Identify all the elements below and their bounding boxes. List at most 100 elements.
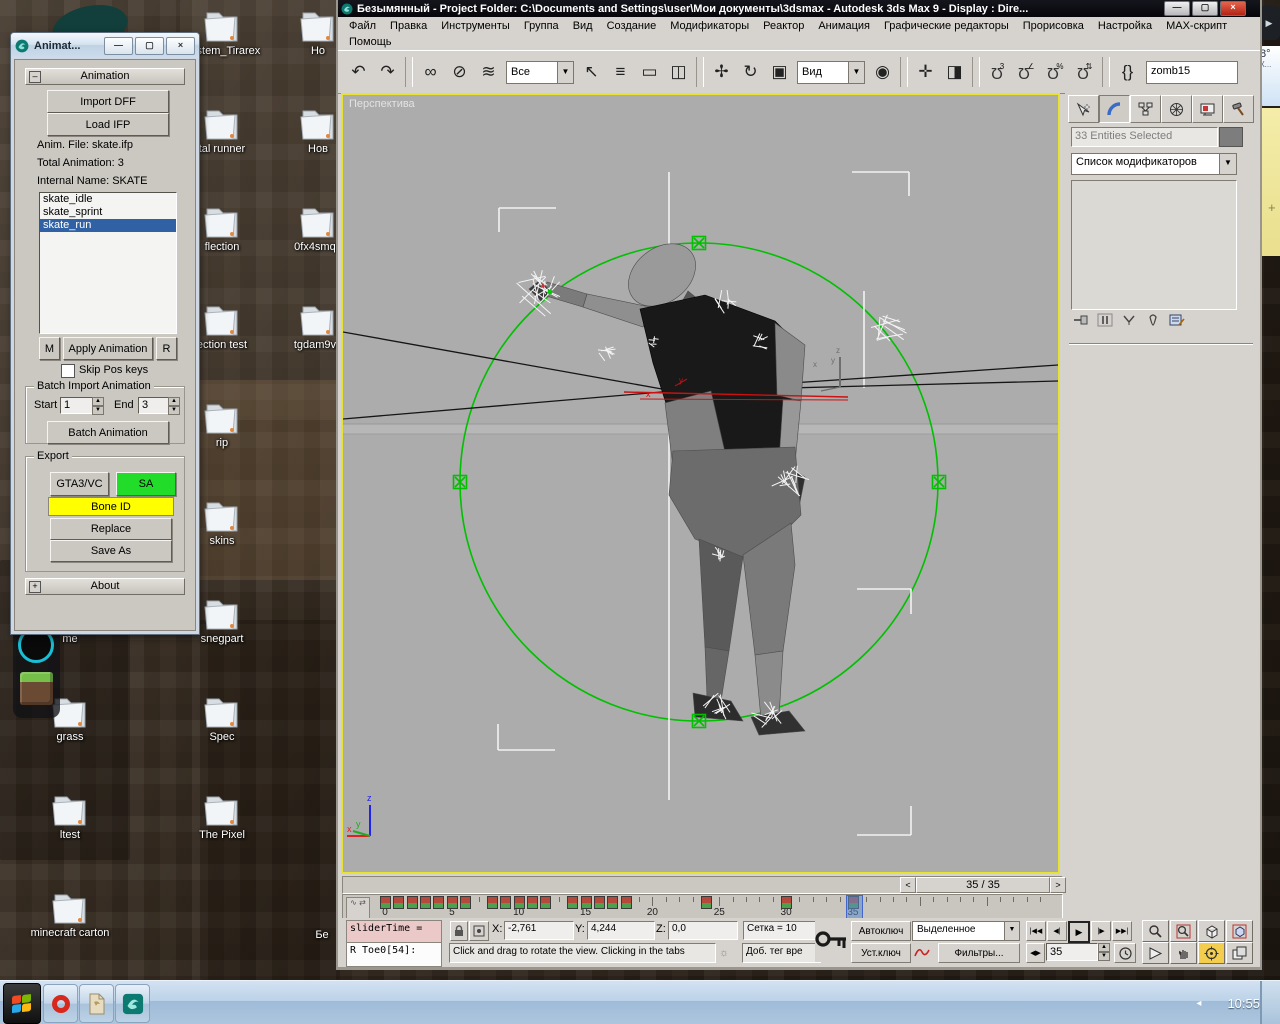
menu-item-6[interactable]: Модификаторы: [663, 19, 756, 33]
time-slider-track[interactable]: < 35 / 35 >: [342, 876, 1063, 894]
key-selection-dropdown[interactable]: Выделенное ▼: [912, 921, 1020, 941]
snaps-toggle-icon[interactable]: Ω3: [984, 58, 1011, 86]
y-coordinate-field[interactable]: 4,244: [587, 921, 655, 940]
taskbar-button-app2[interactable]: [79, 984, 114, 1023]
animation-list-item[interactable]: skate_idle: [40, 193, 176, 206]
menu-item-0[interactable]: Файл: [342, 19, 383, 33]
tray-expand-arrow[interactable]: ◂: [1196, 998, 1201, 1009]
bone-id-button[interactable]: Bone ID: [48, 497, 174, 516]
next-frame-button[interactable]: |▶: [1091, 921, 1111, 941]
about-rollout-header[interactable]: + About: [25, 578, 185, 595]
object-color-swatch[interactable]: [1219, 127, 1243, 147]
title-bar[interactable]: Безымянный - Project Folder: C:\Document…: [338, 0, 1260, 17]
animation-list[interactable]: skate_idleskate_sprintskate_run: [39, 192, 177, 334]
panel-restore-button[interactable]: ▢: [135, 37, 164, 55]
tab-display[interactable]: [1192, 95, 1223, 123]
panel-minimize-button[interactable]: —: [104, 37, 133, 55]
tab-utilities[interactable]: [1223, 95, 1254, 123]
keyframe-marker[interactable]: [567, 896, 578, 909]
keyframe-marker[interactable]: [487, 896, 498, 909]
time-slider-value[interactable]: 35 / 35: [916, 877, 1050, 893]
desktop-icon[interactable]: The Pixel: [174, 791, 270, 841]
taskbar-button-3dsmax[interactable]: [115, 984, 150, 1023]
end-field[interactable]: 3: [138, 397, 170, 414]
select-and-move-icon[interactable]: ✢: [708, 58, 735, 86]
absolute-offset-toggle[interactable]: [469, 921, 489, 941]
pan-button[interactable]: [1170, 942, 1197, 964]
go-to-end-button[interactable]: ▶▶|: [1112, 921, 1132, 941]
maximize-button[interactable]: ▢: [1192, 1, 1218, 16]
keyframe-marker[interactable]: [621, 896, 632, 909]
keyframe-marker[interactable]: [607, 896, 618, 909]
taskbar-button-opera[interactable]: [43, 984, 78, 1023]
import-dff-button[interactable]: Import DFF: [47, 90, 169, 113]
character-model[interactable]: [529, 231, 805, 735]
desktop-icon[interactable]: ltest: [22, 791, 118, 841]
show-end-result-icon[interactable]: [1097, 313, 1113, 327]
set-key-button[interactable]: Уст.ключ: [851, 943, 911, 963]
key-mode-toggle[interactable]: ◀▶: [1026, 943, 1045, 963]
perspective-viewport[interactable]: Перспектива: [341, 93, 1060, 874]
save-as-button[interactable]: Save As: [50, 540, 172, 562]
close-button[interactable]: ×: [1220, 1, 1246, 16]
select-and-rotate-icon[interactable]: ↻: [737, 58, 764, 86]
mirror-icon[interactable]: ◨: [941, 58, 968, 86]
set-keys-big-button[interactable]: [815, 920, 849, 962]
tab-modify[interactable]: [1099, 95, 1130, 123]
load-ifp-button[interactable]: Load IFP: [47, 113, 169, 136]
reference-coordinate-dropdown[interactable]: Вид▼: [797, 61, 865, 84]
next-frame-nub[interactable]: >: [1050, 877, 1066, 893]
x-coordinate-field[interactable]: -2,761: [504, 921, 574, 940]
keyframe-marker[interactable]: [581, 896, 592, 909]
tab-hierarchy[interactable]: [1130, 95, 1161, 123]
add-time-tag[interactable]: Доб. тег вре: [742, 943, 821, 963]
percent-snap-icon[interactable]: Ω%: [1042, 58, 1069, 86]
keyframe-marker[interactable]: [500, 896, 511, 909]
key-filters-button[interactable]: Фильтры...: [938, 943, 1020, 963]
keyframe-marker[interactable]: [380, 896, 391, 909]
panel-close-button[interactable]: ×: [166, 37, 195, 55]
arc-rotate-button[interactable]: [1198, 942, 1225, 964]
show-desktop-button[interactable]: [1260, 981, 1280, 1024]
default-tangent-button[interactable]: [912, 943, 932, 961]
pin-stack-icon[interactable]: [1073, 313, 1089, 327]
menu-item-7[interactable]: Реактор: [756, 19, 811, 33]
time-configuration-button[interactable]: [1114, 943, 1136, 963]
angle-snap-icon[interactable]: Ω∠: [1013, 58, 1040, 86]
batch-animation-button[interactable]: Batch Animation: [47, 421, 169, 444]
object-name-field[interactable]: 33 Entities Selected: [1071, 127, 1218, 147]
select-object-icon[interactable]: ↖: [578, 58, 605, 86]
menu-item-5[interactable]: Создание: [600, 19, 664, 33]
gta3vc-button[interactable]: GTA3/VC: [50, 472, 109, 496]
menu-item-4[interactable]: Вид: [566, 19, 600, 33]
keyframe-marker[interactable]: [433, 896, 444, 909]
modifier-stack-list[interactable]: [1071, 180, 1237, 310]
keyframe-marker[interactable]: [527, 896, 538, 909]
viewport-label[interactable]: Перспектива: [349, 98, 415, 110]
window-crossing-icon[interactable]: ◫: [665, 58, 692, 86]
keyboard-shortcut-override-icon[interactable]: {}: [1114, 58, 1141, 86]
animation-list-item[interactable]: skate_sprint: [40, 206, 176, 219]
time-slider-handle[interactable]: < 35 / 35 >: [900, 877, 1066, 891]
m-button[interactable]: M: [39, 337, 60, 360]
bind-to-space-warp-icon[interactable]: ≋: [475, 58, 502, 86]
spinner-snap-icon[interactable]: Ω⇅: [1071, 58, 1098, 86]
previous-frame-nub[interactable]: <: [900, 877, 916, 893]
keyframe-marker[interactable]: [460, 896, 471, 909]
desktop-icon[interactable]: minecraft carton: [22, 889, 118, 939]
menu-item-11[interactable]: Настройка: [1091, 19, 1159, 33]
keyframe-marker[interactable]: [514, 896, 525, 909]
keyframe-marker[interactable]: [393, 896, 404, 909]
select-and-manipulate-icon[interactable]: ✛: [912, 58, 939, 86]
rectangular-selection-region-icon[interactable]: ▭: [636, 58, 663, 86]
menu-item-12[interactable]: MAX-скрипт: [1159, 19, 1234, 33]
menu-item-help[interactable]: Помощь: [342, 35, 399, 49]
auto-key-button[interactable]: Автоключ: [851, 921, 911, 941]
redo-icon[interactable]: ↷: [374, 58, 401, 86]
start-spinner[interactable]: ▲▼: [92, 397, 104, 414]
named-selection-field[interactable]: zomb15: [1146, 61, 1238, 84]
keyframe-marker[interactable]: [407, 896, 418, 909]
zoom-extents-all-button[interactable]: [1226, 920, 1253, 942]
trackbar-mode-box[interactable]: ∿ ⇄: [346, 897, 370, 919]
start-field[interactable]: 1: [60, 397, 94, 414]
